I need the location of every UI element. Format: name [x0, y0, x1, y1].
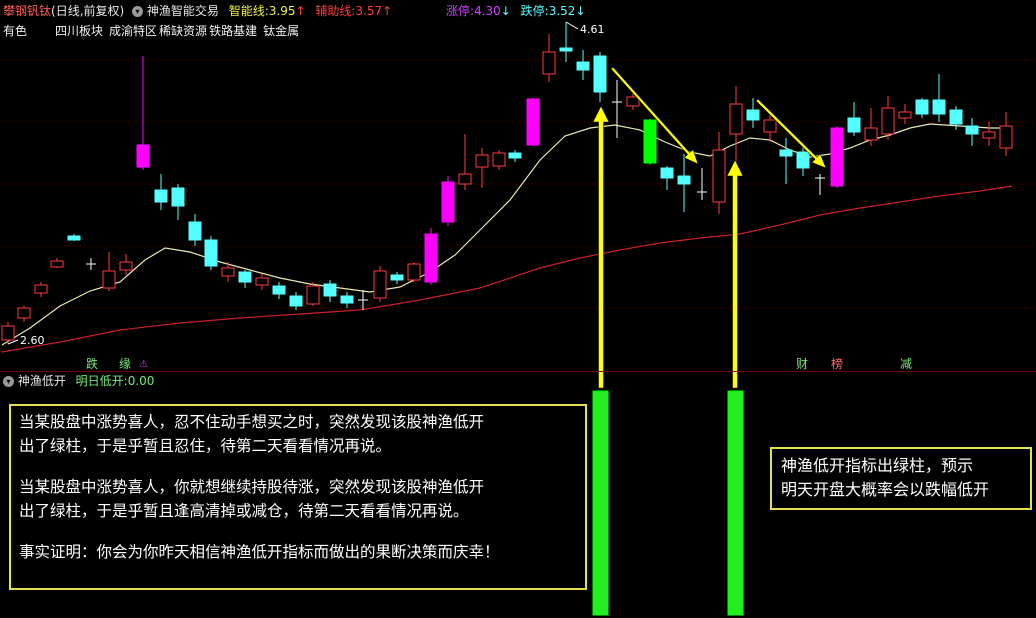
candle: [136, 56, 150, 170]
candle: [441, 176, 455, 226]
annotation-line: 事实证明：你会为你昨天相信神渔低开指标而做出的果断决策而庆幸！: [19, 543, 500, 561]
event-marker[interactable]: 财: [794, 358, 810, 371]
grid-lines: [0, 59, 1036, 309]
candle: [697, 168, 707, 200]
chevron-down-icon[interactable]: ▾: [3, 376, 14, 387]
low-open-bars: [592, 390, 744, 616]
annotation-spacer: [19, 458, 585, 475]
candle: [34, 282, 48, 297]
candle: [255, 274, 269, 290]
candle: [358, 290, 368, 310]
candle: [475, 148, 489, 188]
candle: [407, 262, 421, 282]
annotation-arrow: [592, 105, 610, 389]
annotation-arrow: [726, 159, 744, 389]
candle: [593, 52, 607, 102]
panel-divider: [0, 371, 1036, 372]
candle: [864, 108, 878, 146]
candle: [272, 282, 286, 299]
low-open-bar: [727, 390, 744, 616]
candle: [526, 98, 540, 146]
sub-panel-header: ▾ 神渔低开 明日低开:0.00: [3, 373, 154, 389]
candle: [289, 292, 303, 310]
candle: [830, 126, 844, 188]
moving-average-long: [1, 185, 1013, 353]
candle: [898, 104, 912, 124]
candles: [1, 22, 1013, 344]
candle: [373, 266, 387, 302]
high-price-pointer: [565, 21, 579, 30]
candle: [323, 280, 337, 302]
candle: [306, 282, 320, 306]
candle: [492, 150, 506, 170]
candle: [847, 102, 861, 136]
annotation-line: 明天开盘大概率会以跌幅低开: [781, 480, 990, 499]
sub-panel-field-label: 明日低开:: [75, 374, 128, 388]
annotation-line: 当某股盘中涨势喜人，你就想继续持股待涨，突然发现该股神渔低开: [19, 478, 485, 496]
candle: [50, 258, 64, 268]
annotation-line: 出了绿柱，于是乎暂且逢高清掉或减仓，待第二天看看情况再说。: [19, 502, 469, 520]
candle: [915, 98, 929, 118]
annotation-arrows: [592, 66, 827, 389]
annotation-line: 神渔低开指标出绿柱，预示: [781, 456, 974, 475]
candle: [677, 154, 691, 212]
candle: [67, 234, 81, 241]
candle: [576, 50, 590, 80]
event-marker[interactable]: 跌: [84, 358, 100, 371]
warning-triangle-icon[interactable]: ⚠: [137, 358, 150, 371]
low-price-label: 2.60: [20, 334, 45, 347]
candle: [119, 254, 133, 275]
candle: [660, 166, 674, 190]
sub-panel-name[interactable]: 神渔低开: [18, 374, 66, 388]
candle: [458, 134, 472, 190]
annotation-box-right: 神渔低开指标出绿柱，预示 明天开盘大概率会以跌幅低开: [770, 447, 1032, 510]
event-marker[interactable]: 榜: [829, 358, 845, 371]
candle: [171, 184, 185, 220]
candle: [154, 174, 168, 210]
candle: [340, 292, 354, 308]
candle: [932, 74, 946, 122]
annotation-arrow: [755, 98, 827, 169]
annotation-spacer: [19, 523, 585, 540]
annotation-line: 当某股盘中涨势喜人，忍不住动手想买之时，突然发现该股神渔低开: [19, 413, 485, 431]
moving-average-short: [1, 123, 1012, 346]
candle: [999, 112, 1013, 156]
event-marker[interactable]: 缘: [117, 358, 133, 371]
candle: [542, 34, 556, 82]
candle: [712, 132, 726, 214]
candle: [204, 236, 218, 270]
candle: [102, 252, 116, 291]
annotation-line: 出了绿柱，于是乎暂且忍住，待第二天看看情况再说。: [19, 437, 392, 455]
candle: [390, 272, 404, 284]
annotation-box-left: 当某股盘中涨势喜人，忍不住动手想买之时，突然发现该股神渔低开 出了绿柱，于是乎暂…: [9, 404, 587, 590]
candle: [982, 122, 996, 146]
sub-panel-field-value: 0.00: [127, 374, 155, 388]
candle: [86, 258, 96, 270]
candle: [17, 306, 31, 322]
candle: [508, 150, 522, 162]
low-open-bar: [592, 390, 609, 616]
high-price-label: 4.61: [580, 23, 605, 36]
candle: [779, 138, 793, 184]
candle: [612, 80, 622, 138]
candle: [881, 96, 895, 140]
candle: [424, 228, 438, 285]
price-marks: 4.61 2.60: [7, 21, 605, 347]
candle: [643, 119, 657, 165]
candle: [188, 214, 202, 246]
candle: [1, 322, 15, 344]
candle: [238, 270, 252, 288]
candle: [559, 22, 573, 62]
event-marker[interactable]: 减: [898, 358, 914, 371]
